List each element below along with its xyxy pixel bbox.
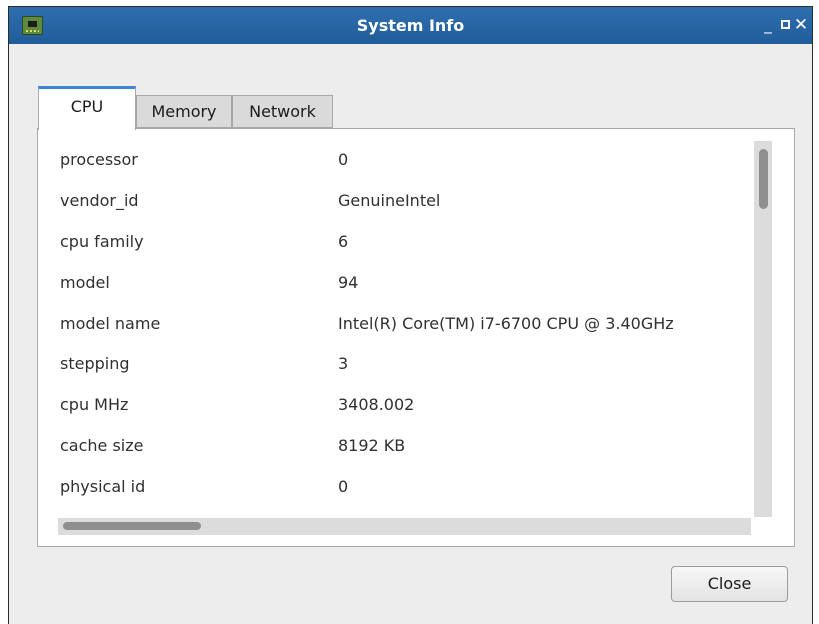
close-window-button[interactable]: ✕ — [793, 16, 809, 34]
vertical-scrollbar[interactable] — [754, 141, 772, 517]
cpu-info-panel: processor 0 vendor_id GenuineIntel cpu f… — [37, 128, 795, 547]
info-value: 94 — [338, 273, 359, 292]
info-row-processor: processor 0 — [60, 145, 760, 175]
info-key: vendor_id — [60, 191, 139, 210]
info-key: cpu MHz — [60, 395, 129, 414]
info-value: 3408.002 — [338, 395, 415, 414]
title-bar[interactable]: System Info _ ✕ — [9, 7, 812, 44]
close-button[interactable]: Close — [671, 566, 788, 602]
info-key: cache size — [60, 436, 144, 455]
info-key: stepping — [60, 354, 130, 373]
horizontal-scroll-thumb[interactable] — [63, 522, 201, 530]
info-key: model — [60, 273, 110, 292]
info-row-model-name: model name Intel(R) Core(TM) i7-6700 CPU… — [60, 309, 760, 339]
horizontal-scrollbar[interactable] — [58, 518, 751, 535]
maximize-button[interactable] — [778, 16, 792, 34]
info-row-cpu-family: cpu family 6 — [60, 227, 760, 257]
vertical-scroll-thumb[interactable] — [759, 149, 768, 209]
info-value: GenuineIntel — [338, 191, 441, 210]
info-value: 8192 KB — [338, 436, 406, 455]
info-value: 0 — [338, 150, 349, 169]
info-key: physical id — [60, 477, 146, 496]
info-row-model: model 94 — [60, 268, 760, 298]
info-key: model name — [60, 314, 161, 333]
tab-memory[interactable]: Memory — [136, 95, 232, 128]
info-value: Intel(R) Core(TM) i7-6700 CPU @ 3.40GHz — [338, 314, 674, 333]
tab-cpu[interactable]: CPU — [38, 86, 136, 130]
info-row-vendor-id: vendor_id GenuineIntel — [60, 186, 760, 216]
minimize-button[interactable]: _ — [761, 16, 775, 34]
info-row-cpu-mhz: cpu MHz 3408.002 — [60, 390, 760, 420]
system-info-window: System Info _ ✕ CPU Memory Network proce… — [8, 6, 813, 624]
info-key: processor — [60, 150, 138, 169]
info-value: 0 — [338, 477, 349, 496]
info-row-stepping: stepping 3 — [60, 349, 760, 379]
maximize-icon — [780, 20, 790, 29]
info-row-physical-id: physical id 0 — [60, 472, 760, 502]
info-value: 6 — [338, 232, 349, 251]
info-key: cpu family — [60, 232, 144, 251]
info-row-cache-size: cache size 8192 KB — [60, 431, 760, 461]
window-title: System Info — [356, 16, 465, 35]
tab-network[interactable]: Network — [232, 95, 333, 128]
info-value: 3 — [338, 354, 349, 373]
